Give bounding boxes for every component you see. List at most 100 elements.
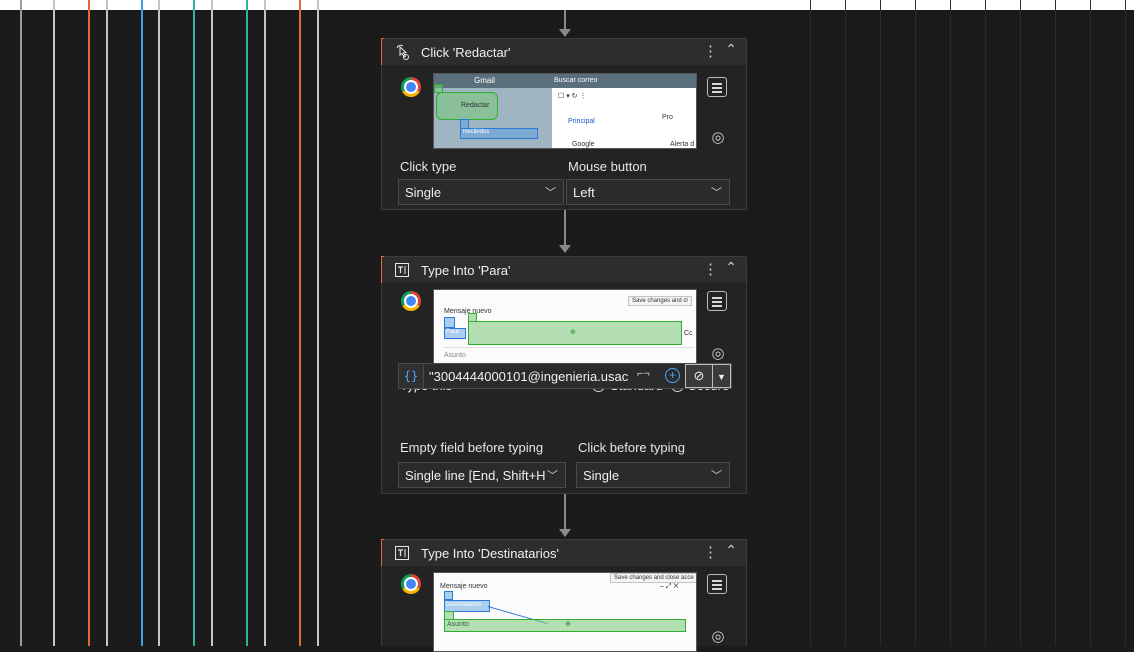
more-options-icon[interactable]: ⋮ [703,260,718,278]
type-into-icon [395,546,409,560]
grid-line [915,0,916,646]
grid-line [1055,0,1056,646]
hamburger-menu-button[interactable] [707,291,727,311]
activity-click-redactar[interactable]: Click 'Redactar' ⋮ ⌃ Gmail Buscar correo… [381,38,747,210]
type-this-input[interactable]: {} "3004444000101@ingenieria.usac.ec ⌐¬ … [398,363,732,389]
activity-header[interactable]: Click 'Redactar' ⋮ ⌃ [382,39,746,65]
anchor-marker [444,591,453,600]
type-this-value: "3004444000101@ingenieria.usac.ec [429,369,629,384]
tab-principal: Principal [568,118,595,125]
click-type-select[interactable]: Single ﹀ [398,179,564,205]
connector-arrow [559,29,571,37]
guide-line [246,0,248,646]
tooltip: Save changes and close acce [610,573,696,583]
anchor-highlight: Redactar [436,92,498,120]
compose-label: Redactar [461,102,490,109]
click-type-label: Click type [400,159,457,174]
chevron-down-icon: ﹀ [711,187,722,199]
indicate-target-icon[interactable]: ◎ [709,627,727,645]
eye-hidden-icon[interactable]: ⊘ [685,364,713,388]
gmail-search: Buscar correo [554,77,598,84]
canvas-top-edge [0,0,1134,10]
target-screenshot[interactable]: Mensaje nuevo – ⤢ ✕ Save changes and clo… [433,572,697,652]
guide-line [193,0,195,646]
dropdown-arrow-icon[interactable]: ▼ [713,364,731,388]
activity-title: Type Into 'Para' [421,263,511,278]
indicate-target-icon[interactable]: ◎ [709,344,727,362]
guide-line [211,0,213,646]
activity-title: Click 'Redactar' [421,45,511,60]
grid-line [1125,0,1126,646]
grid-line [810,0,811,646]
hamburger-menu-button[interactable] [707,574,727,594]
click-before-select[interactable]: Single ﹀ [576,462,730,488]
chevron-down-icon: ﹀ [547,470,558,482]
compose-dialog: Mensaje nuevo – ⤢ ✕ [434,573,696,651]
target-marker [460,119,469,129]
guide-line [20,0,22,646]
subject-field: Asunto [444,352,466,359]
window-controls: – ⤢ ✕ [660,583,679,590]
target-screenshot[interactable]: Gmail Buscar correo ☐ ▾ ↻ ⋮ Principal Pr… [433,73,697,149]
connector [564,210,566,246]
type-into-icon [395,263,409,277]
guide-line [264,0,266,646]
panel-toolbar: ☐ ▾ ↻ ⋮ [558,93,587,100]
activity-header[interactable]: Type Into 'Para' ⋮ ⌃ [382,257,746,283]
para-label: Para [446,329,459,335]
click-before-value: Single [583,468,620,483]
grid-line [1020,0,1021,646]
anchor-highlight: Para [444,328,466,339]
collapse-icon[interactable]: ⌃ [725,41,737,58]
empty-field-select[interactable]: Single line [End, Shift+H ﹀ [398,462,566,488]
target-highlight: Asunto ⊕ [444,619,686,632]
anchor-marker [434,84,443,93]
chrome-icon [401,291,421,311]
inbox-label: Recibidos [463,129,490,135]
more-options-icon[interactable]: ⋮ [703,543,718,561]
grid-line [985,0,986,646]
collapse-icon[interactable]: ⌃ [725,259,737,276]
row-sender: Google [572,141,595,148]
target-center-icon: ⊕ [565,621,571,628]
empty-field-value: Single line [End, Shift+H [405,468,546,483]
gmail-panel: ☐ ▾ ↻ ⋮ Principal Pro Google Alerta d [552,88,696,148]
grid-line [845,0,846,646]
gmail-logo-text: Gmail [474,76,495,85]
guide-line [106,0,108,646]
target-highlight: Recibidos [460,128,538,139]
guide-line [158,0,160,646]
activity-header[interactable]: Type Into 'Destinatarios' ⋮ ⌃ [382,540,746,566]
anchor-marker [444,317,455,328]
chevron-down-icon: ﹀ [711,470,722,482]
plus-icon[interactable]: + [665,368,680,383]
empty-field-label: Empty field before typing [400,440,544,455]
guide-line [317,0,319,646]
activity-type-into-destinatarios[interactable]: Type Into 'Destinatarios' ⋮ ⌃ Mensaje nu… [381,539,747,652]
collapse-icon[interactable]: ⌃ [725,542,737,559]
grid-line [950,0,951,646]
grid-line [1090,0,1091,646]
chrome-icon [401,574,421,594]
mouse-button-select[interactable]: Left ﹀ [566,179,730,205]
connector-arrow [559,245,571,253]
hamburger-menu-button[interactable] [707,77,727,97]
more-options-icon[interactable]: ⋮ [703,42,718,60]
tab-promo: Pro [662,114,673,121]
expression-icon[interactable]: {} [399,364,424,388]
click-before-label: Click before typing [578,440,685,455]
activity-title: Type Into 'Destinatarios' [421,546,559,561]
grid-line [880,0,881,646]
activity-type-into-para[interactable]: Type Into 'Para' ⋮ ⌃ Mensaje nuevo Asunt… [381,256,747,494]
expand-editor-icon[interactable]: ⌐¬ [637,368,650,380]
chrome-icon [401,77,421,97]
workflow-canvas: Click 'Redactar' ⋮ ⌃ Gmail Buscar correo… [0,0,1134,652]
gmail-topbar: Gmail Buscar correo [434,74,696,88]
tooltip: Save changes and cl [628,296,692,306]
connector [564,494,566,530]
indicate-target-icon[interactable]: ◎ [709,128,727,146]
target-screenshot[interactable]: Mensaje nuevo Asunto Cc Save changes and… [433,289,697,365]
chevron-down-icon: ﹀ [545,187,556,199]
cc-label: Cc [684,330,693,337]
target-center-icon: ⊕ [570,329,576,336]
